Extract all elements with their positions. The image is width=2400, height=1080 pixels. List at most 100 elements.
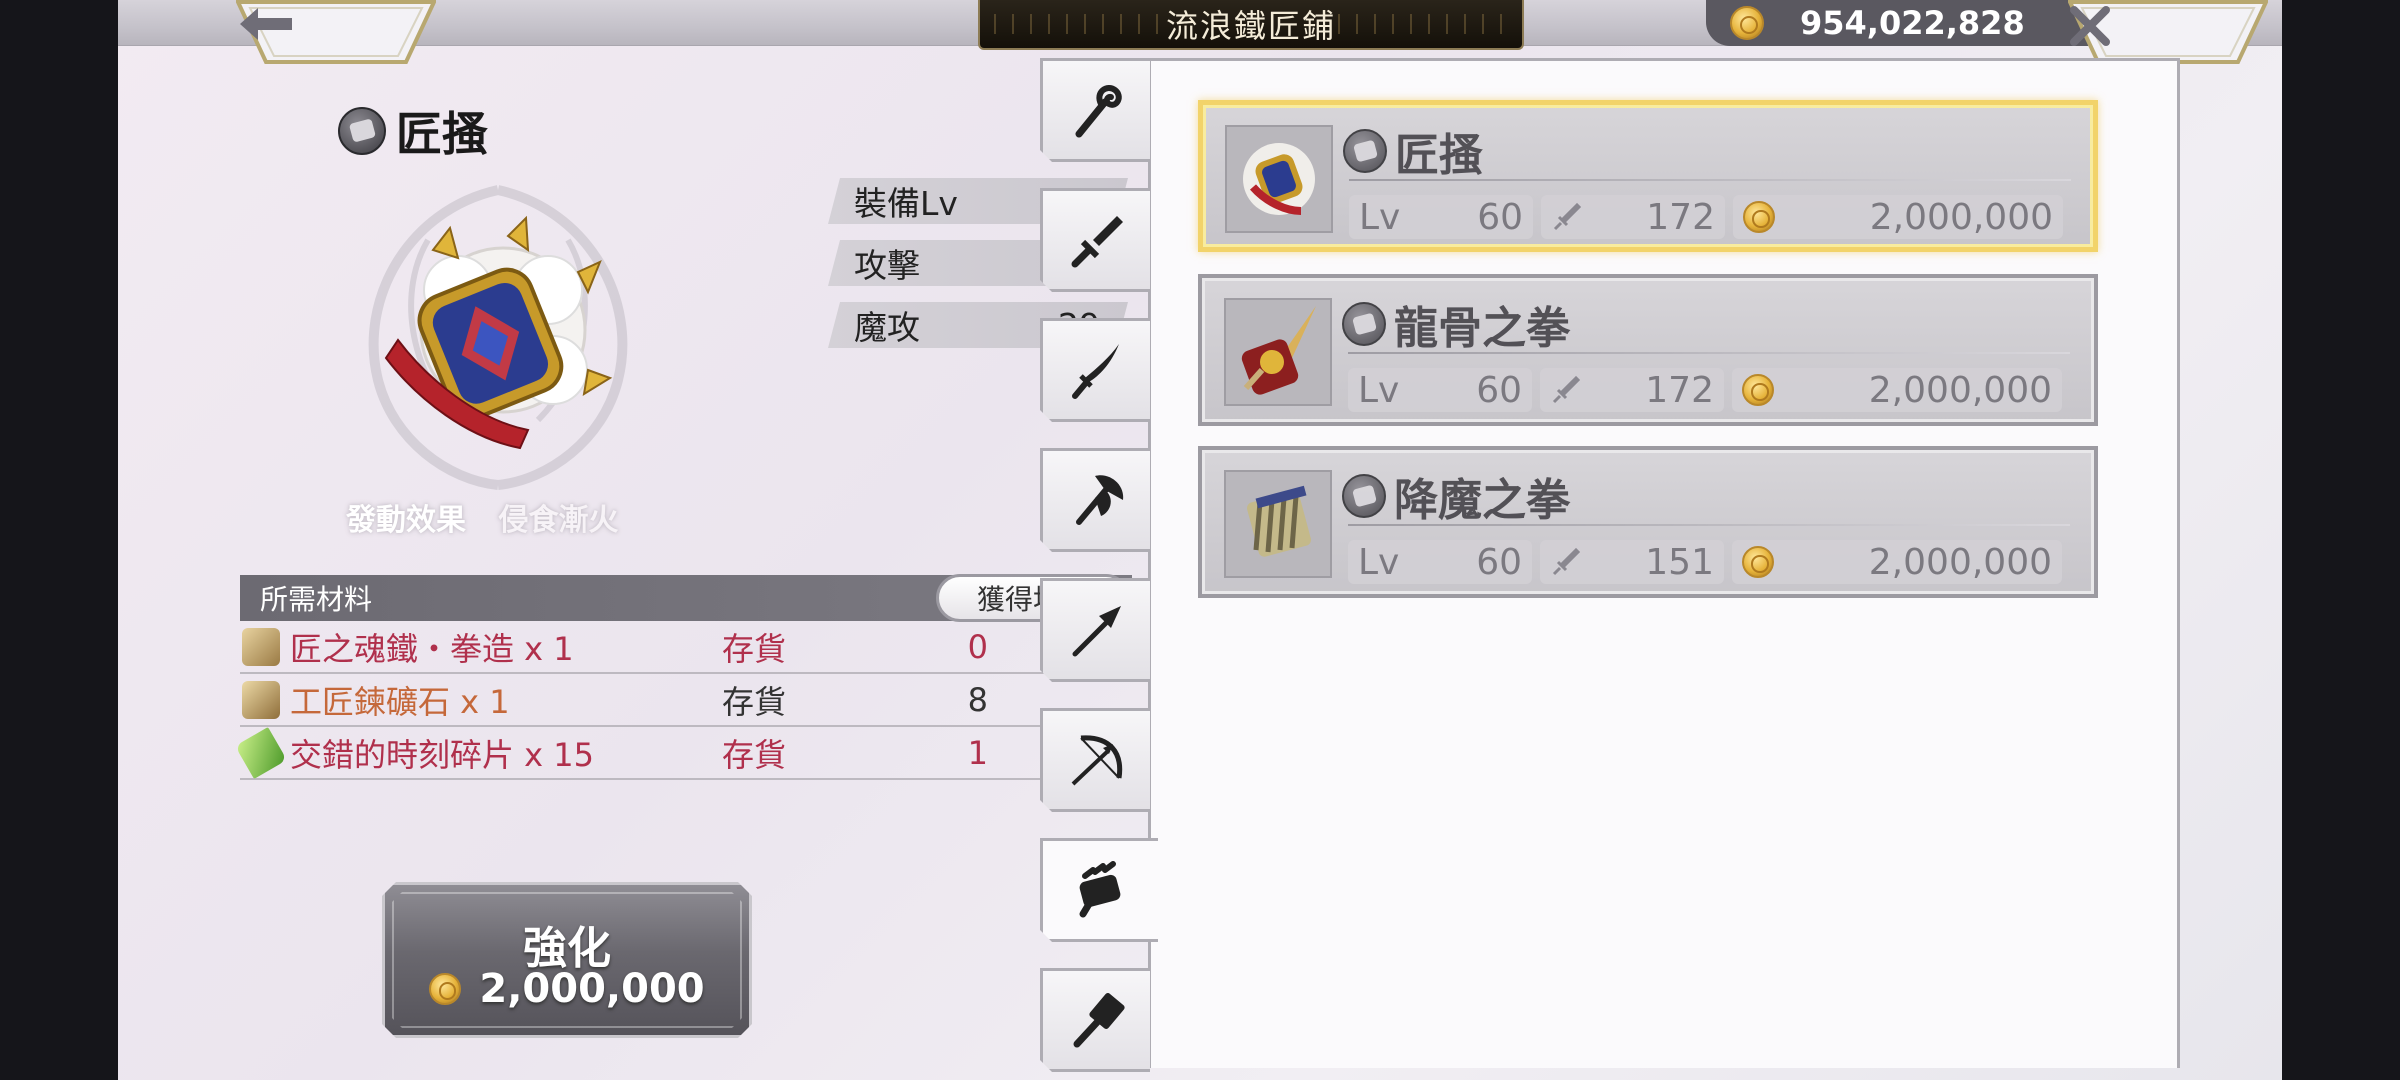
axe-icon — [1065, 468, 1129, 532]
gold-coin-icon — [1742, 546, 1774, 578]
staff-icon — [1065, 78, 1129, 142]
back-arrow-icon — [236, 4, 436, 60]
attack-value: 151 — [1645, 541, 1714, 583]
knuckle-badge-icon — [1343, 129, 1387, 173]
cost-cell: 2,000,000 — [1732, 368, 2062, 412]
enhance-cost-value: 2,000,000 — [479, 966, 705, 1012]
stage: 流浪鐵匠鋪 954,022,828 匠搔 裝備Lv 攻擊 魔攻 發動效果 侵食漸… — [118, 0, 2282, 1080]
attack-value: 172 — [1645, 369, 1714, 411]
page-title: 流浪鐵匠鋪 — [978, 0, 1524, 50]
gold-coin-icon — [429, 973, 462, 1005]
weapon-card[interactable]: 龍骨之拳 Lv 60 172 2,000,000 — [1198, 274, 2098, 426]
enhance-button[interactable]: 強化 2,000,000 — [382, 882, 752, 1038]
knuckle-badge-icon — [338, 107, 386, 155]
weapon-name-row: 匠搔 — [1343, 119, 1483, 183]
weapon-stats: Lv 60 172 2,000,000 — [1348, 368, 2070, 412]
stat-label: 裝備Lv — [854, 184, 958, 223]
item-portrait — [338, 180, 658, 490]
item-name-row: 匠搔 — [338, 98, 488, 164]
weapon-thumbnail — [1224, 298, 1332, 406]
claw-weapon-image — [368, 185, 628, 490]
level-label: Lv — [1358, 541, 1400, 583]
attack-sword-icon — [1552, 375, 1580, 404]
knuckle-badge-icon — [1342, 474, 1386, 518]
cost-cell: 2,000,000 — [1733, 195, 2063, 239]
effect-label: 發動效果 — [346, 503, 466, 538]
stat-label: 魔攻 — [854, 308, 920, 347]
bow-icon — [1065, 728, 1129, 792]
attack-cell: 151 — [1540, 540, 1724, 584]
weapon-card[interactable]: 匠搔 Lv 60 172 2,000,000 — [1198, 100, 2098, 252]
gold-amount: 954,022,828 — [1800, 4, 2025, 42]
tab-hammer[interactable] — [1040, 968, 1150, 1072]
cost-cell: 2,000,000 — [1732, 540, 2062, 584]
level-cell: Lv 60 — [1348, 540, 1532, 584]
weapon-stats: Lv 60 172 2,000,000 — [1349, 195, 2071, 239]
card-divider — [1348, 352, 2070, 354]
tab-axe[interactable] — [1040, 448, 1150, 552]
spear-icon — [1065, 598, 1129, 662]
cost-value: 2,000,000 — [1868, 369, 2052, 411]
enhance-cost: 2,000,000 — [382, 966, 752, 1012]
tab-knuckle[interactable] — [1040, 838, 1158, 942]
material-name: 交錯的時刻碎片 x 15 — [290, 735, 595, 774]
gold-balance: 954,022,828 — [1706, 0, 2088, 46]
weapon-name: 降魔之拳 — [1394, 475, 1570, 526]
materials-header: 所需材料 獲得地點 — [240, 574, 1132, 622]
weapon-name-row: 降魔之拳 — [1342, 464, 1570, 528]
tab-spear[interactable] — [1040, 578, 1150, 682]
stock-label: 存貨 — [722, 629, 787, 668]
weapon-name-row: 龍骨之拳 — [1342, 292, 1570, 356]
level-label: Lv — [1358, 369, 1400, 411]
attack-sword-icon — [1553, 202, 1581, 231]
weapon-name: 龍骨之拳 — [1394, 303, 1570, 354]
tab-bow[interactable] — [1040, 708, 1150, 812]
weapon-stats: Lv 60 151 2,000,000 — [1348, 540, 2070, 584]
back-button[interactable] — [236, 0, 436, 66]
tab-staff[interactable] — [1040, 58, 1150, 162]
material-name: 匠之魂鐵・拳造 x 1 — [290, 629, 574, 668]
weapon-name: 匠搔 — [1395, 130, 1483, 181]
material-name: 工匠鍊礦石 x 1 — [290, 682, 510, 721]
level-cell: Lv 60 — [1349, 195, 1533, 239]
close-icon — [2068, 4, 2268, 60]
close-button[interactable] — [2068, 0, 2268, 66]
knuckle-badge-icon — [1342, 302, 1386, 346]
stock-label: 存貨 — [722, 682, 787, 721]
material-row[interactable]: 工匠鍊礦石 x 1 存貨 8 — [240, 674, 1132, 727]
material-row[interactable]: 匠之魂鐵・拳造 x 1 存貨 0 — [240, 621, 1132, 674]
crystal-shard-icon — [235, 726, 287, 779]
level-label: Lv — [1359, 196, 1401, 238]
material-row[interactable]: 交錯的時刻碎片 x 15 存貨 1 — [235, 726, 1132, 780]
attack-value: 172 — [1646, 196, 1715, 238]
weapon-card[interactable]: 降魔之拳 Lv 60 151 2,000,000 — [1198, 446, 2098, 598]
level-value: 60 — [1476, 369, 1522, 411]
level-value: 60 — [1476, 541, 1522, 583]
gold-coin-icon — [1743, 201, 1775, 233]
stock-label: 存貨 — [722, 735, 787, 774]
materials-section: 所需材料 獲得地點 匠之魂鐵・拳造 x 1 存貨 0 工匠鍊礦石 x 1 存貨 … — [235, 574, 1132, 780]
sword-icon — [1065, 208, 1129, 272]
level-value: 60 — [1477, 196, 1523, 238]
weapon-thumbnail — [1225, 125, 1333, 233]
attack-sword-icon — [1552, 547, 1580, 576]
weapon-thumbnail — [1224, 470, 1332, 578]
knuckle-icon — [1069, 858, 1133, 922]
stock-count: 8 — [967, 680, 988, 719]
attack-cell: 172 — [1541, 195, 1725, 239]
stock-count: 1 — [967, 733, 988, 772]
stock-count: 0 — [967, 627, 988, 666]
stat-label: 攻擊 — [854, 246, 920, 285]
tab-sword[interactable] — [1040, 188, 1150, 292]
card-divider — [1349, 179, 2071, 181]
gold-coin-icon — [1742, 374, 1774, 406]
tab-katana[interactable] — [1040, 318, 1150, 422]
effect-value: 侵食漸火 — [498, 503, 619, 538]
katana-icon — [1065, 338, 1129, 402]
ore-icon — [242, 680, 280, 719]
level-cell: Lv 60 — [1348, 368, 1532, 412]
cost-value: 2,000,000 — [1868, 541, 2052, 583]
gold-coin-icon — [1730, 6, 1764, 40]
cost-value: 2,000,000 — [1869, 196, 2053, 238]
item-name: 匠搔 — [396, 107, 488, 161]
